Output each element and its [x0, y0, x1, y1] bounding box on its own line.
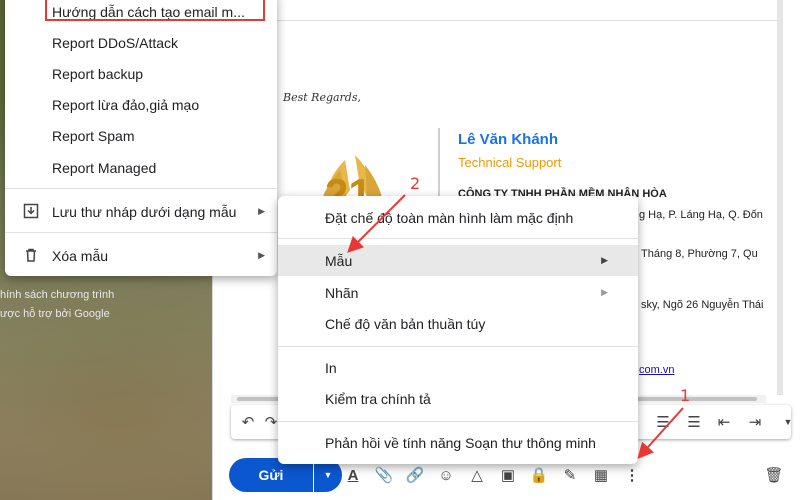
templates-menu-item[interactable]: Mẫu ▶ — [278, 245, 638, 276]
menu-item-label: Kiểm tra chính tả — [325, 390, 431, 407]
bulleted-list-icon[interactable]: ☰ — [683, 411, 705, 433]
menu-divider — [278, 346, 638, 347]
submenu-arrow-icon: ▶ — [601, 255, 608, 265]
more-formatting-icon[interactable]: ▼ — [777, 411, 799, 433]
template-item[interactable]: Report DDoS/Attack — [5, 27, 277, 58]
signature-name: Lê Văn Khánh — [458, 131, 559, 148]
template-item-label: Report lừa đảo,giả mạo — [52, 96, 200, 113]
drive-icon[interactable]: △ — [466, 464, 488, 486]
template-item[interactable]: Report lừa đảo,giả mạo — [5, 89, 277, 120]
submenu-arrow-icon: ▶ — [258, 250, 265, 260]
menu-item-label: Đặt chế độ toàn màn hình làm mặc định — [325, 209, 574, 226]
template-item[interactable]: Hướng dẫn cách tạo email m... — [5, 0, 277, 27]
fullscreen-default-item[interactable]: Đặt chế độ toàn màn hình làm mặc định — [278, 202, 638, 233]
closing-text: Best Regards, — [283, 91, 361, 104]
menu-item-label: Nhãn — [325, 284, 359, 301]
more-options-icon[interactable]: ⋮ — [621, 464, 643, 486]
save-draft-label: Lưu thư nháp dưới dạng mẫu — [52, 203, 237, 220]
signature-link[interactable]: com.vn — [639, 364, 674, 376]
delete-template-label: Xóa mẫu — [52, 247, 109, 264]
template-item[interactable]: Report Managed — [5, 152, 277, 183]
submenu-arrow-icon: ▶ — [601, 287, 608, 297]
templates-submenu: Hướng dẫn cách tạo email m... Report DDo… — [5, 0, 277, 276]
background-text: hính sách chương trình — [0, 289, 115, 301]
menu-divider — [5, 188, 277, 189]
smart-compose-feedback-item[interactable]: Phản hồi về tính năng Soạn thư thông min… — [278, 427, 638, 458]
template-item[interactable]: Report backup — [5, 58, 277, 89]
signature-role: Technical Support — [458, 155, 562, 170]
emoji-icon[interactable]: ☺ — [435, 464, 457, 486]
trash-icon[interactable]: 🗑 — [763, 464, 785, 486]
menu-divider — [278, 421, 638, 422]
spell-check-item[interactable]: Kiểm tra chính tả — [278, 383, 638, 414]
more-options-menu: Đặt chế độ toàn màn hình làm mặc định Mẫ… — [278, 196, 638, 464]
formatting-options-icon[interactable]: A — [342, 464, 364, 486]
background-text: ược hỗ trợ bởi Google — [0, 308, 110, 320]
template-item-label: Report Managed — [52, 159, 157, 176]
annotation-number-1: 1 — [680, 386, 691, 405]
template-item-label: Report Spam — [52, 127, 135, 144]
undo-icon[interactable]: ↶ — [237, 411, 259, 433]
signature-address: g Hạ, P. Láng Hạ, Q. Đốn — [639, 209, 763, 221]
menu-divider — [278, 238, 638, 239]
confidential-icon[interactable]: 🔒 — [528, 464, 550, 486]
signature-address: sky, Ngõ 26 Nguyễn Thái — [641, 299, 764, 311]
submenu-arrow-icon: ▶ — [258, 206, 265, 216]
plain-text-mode-item[interactable]: Chế độ văn bản thuần túy — [278, 308, 638, 339]
menu-item-label: Phản hồi về tính năng Soạn thư thông min… — [325, 434, 596, 451]
menu-divider — [5, 232, 277, 233]
trash-icon — [26, 248, 36, 262]
download-icon — [23, 203, 39, 219]
indent-less-icon[interactable]: ⇤ — [713, 411, 735, 433]
indent-more-icon[interactable]: ⇥ — [744, 411, 766, 433]
photo-icon[interactable]: ▣ — [497, 464, 519, 486]
template-item-label: Report DDoS/Attack — [52, 34, 179, 51]
delete-template-item[interactable]: Xóa mẫu ▶ — [5, 240, 277, 271]
menu-item-label: In — [325, 359, 337, 376]
template-item-label: Report backup — [52, 65, 144, 82]
highlight-box — [45, 0, 265, 21]
numbered-list-icon[interactable]: ☰ — [652, 411, 674, 433]
template-item[interactable]: Report Spam — [5, 120, 277, 151]
redo-icon[interactable]: ↷ — [265, 411, 277, 433]
print-item[interactable]: In — [278, 352, 638, 383]
attach-icon[interactable]: 📎 — [373, 464, 395, 486]
labels-menu-item[interactable]: Nhãn ▶ — [278, 277, 638, 308]
menu-item-label: Mẫu — [325, 252, 353, 269]
signature-icon[interactable]: ✎ — [559, 464, 581, 486]
save-draft-as-template-item[interactable]: Lưu thư nháp dưới dạng mẫu ▶ — [5, 196, 277, 227]
divider — [213, 20, 783, 21]
annotation-number-2: 2 — [410, 174, 421, 193]
link-icon[interactable]: 🔗 — [404, 464, 426, 486]
schedule-icon[interactable]: ▦ — [590, 464, 612, 486]
menu-item-label: Chế độ văn bản thuần túy — [325, 315, 486, 332]
signature-address: Tháng 8, Phường 7, Qu — [641, 248, 758, 260]
